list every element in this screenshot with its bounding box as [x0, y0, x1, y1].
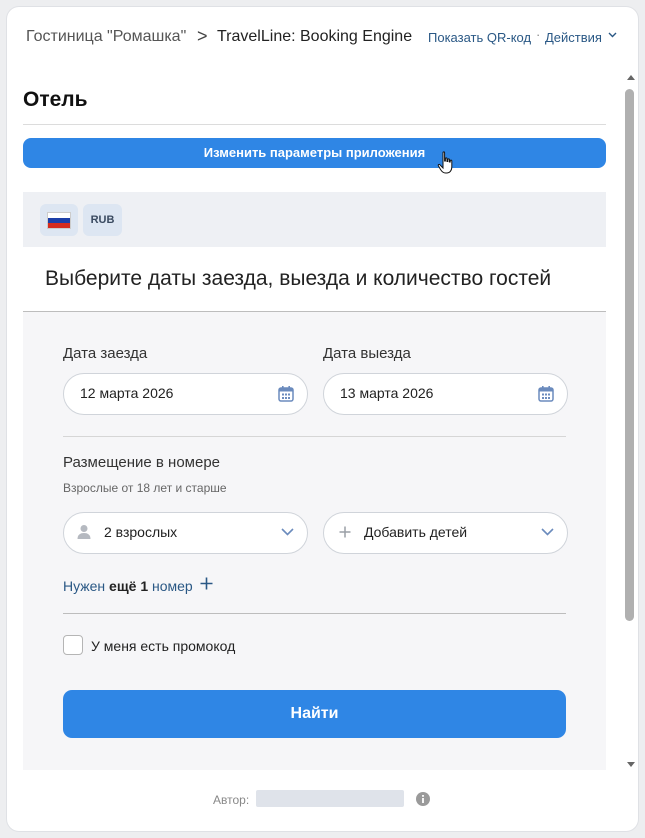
children-select[interactable]: Добавить детей: [323, 512, 568, 554]
children-value: Добавить детей: [364, 524, 468, 540]
checkin-date-value: 12 марта 2026: [80, 385, 174, 401]
checkout-date-value: 13 марта 2026: [340, 385, 434, 401]
calendar-icon: [278, 386, 294, 402]
divider: [63, 436, 566, 437]
breadcrumb-current: TravelLine: Booking Engine: [217, 28, 413, 45]
adults-select[interactable]: 2 взрослых: [63, 512, 308, 554]
add-room-link[interactable]: Нужен ещё 1 номер: [63, 578, 193, 594]
widget-heading: Выберите даты заезда, выезда и количеств…: [45, 267, 552, 290]
divider: [23, 124, 606, 125]
author-label: Автор:: [213, 793, 250, 807]
breadcrumb-parent[interactable]: Гостиница "Ромашка": [26, 28, 186, 46]
scroll-down-arrow-icon[interactable]: [627, 762, 635, 767]
breadcrumb-separator: >: [197, 26, 208, 46]
russia-flag-icon: [48, 213, 70, 228]
hand-cursor-icon: [437, 151, 453, 174]
actions-menu[interactable]: Действия: [545, 30, 602, 45]
plus-icon[interactable]: [200, 577, 213, 590]
search-button[interactable]: Найти: [63, 690, 566, 738]
promo-label[interactable]: У меня есть промокод: [91, 638, 235, 654]
chevron-down-icon: [281, 528, 294, 536]
checkout-label: Дата выезда: [323, 345, 411, 362]
scrollbar-thumb[interactable]: [625, 89, 634, 621]
header-dot: ·: [536, 27, 541, 42]
widget-header: Выберите даты заезда, выезда и количеств…: [23, 247, 606, 312]
checkin-label: Дата заезда: [63, 345, 148, 362]
show-qr-link[interactable]: Показать QR-код: [428, 30, 531, 45]
author-name-redacted: [256, 790, 404, 807]
currency-button[interactable]: RUB: [83, 204, 122, 236]
language-button[interactable]: [40, 204, 78, 236]
app-card: Гостиница "Ромашка" > TravelLine: Bookin…: [7, 7, 638, 831]
person-icon: [77, 525, 91, 539]
section-title: Отель: [23, 88, 88, 111]
change-app-settings-button[interactable]: Изменить параметры приложения: [23, 138, 606, 168]
promo-checkbox[interactable]: [63, 635, 83, 655]
booking-widget: RUB Выберите даты заезда, выезда и колич…: [23, 192, 606, 770]
calendar-icon: [538, 386, 554, 402]
scrollbar[interactable]: [624, 71, 636, 767]
placement-label: Размещение в номере: [63, 454, 221, 471]
scroll-up-arrow-icon[interactable]: [627, 75, 635, 80]
chevron-down-icon[interactable]: [608, 32, 617, 38]
adults-value: 2 взрослых: [104, 524, 178, 540]
divider: [63, 613, 566, 614]
checkin-date-field[interactable]: 12 марта 2026: [63, 373, 308, 415]
chevron-down-icon: [541, 528, 554, 536]
header: Гостиница "Ромашка" > TravelLine: Bookin…: [7, 7, 638, 69]
widget-toolbar: RUB: [23, 192, 606, 247]
plus-icon: [339, 526, 351, 538]
info-icon[interactable]: [416, 792, 430, 806]
adults-note: Взрослые от 18 лет и старше: [63, 481, 227, 495]
checkout-date-field[interactable]: 13 марта 2026: [323, 373, 568, 415]
